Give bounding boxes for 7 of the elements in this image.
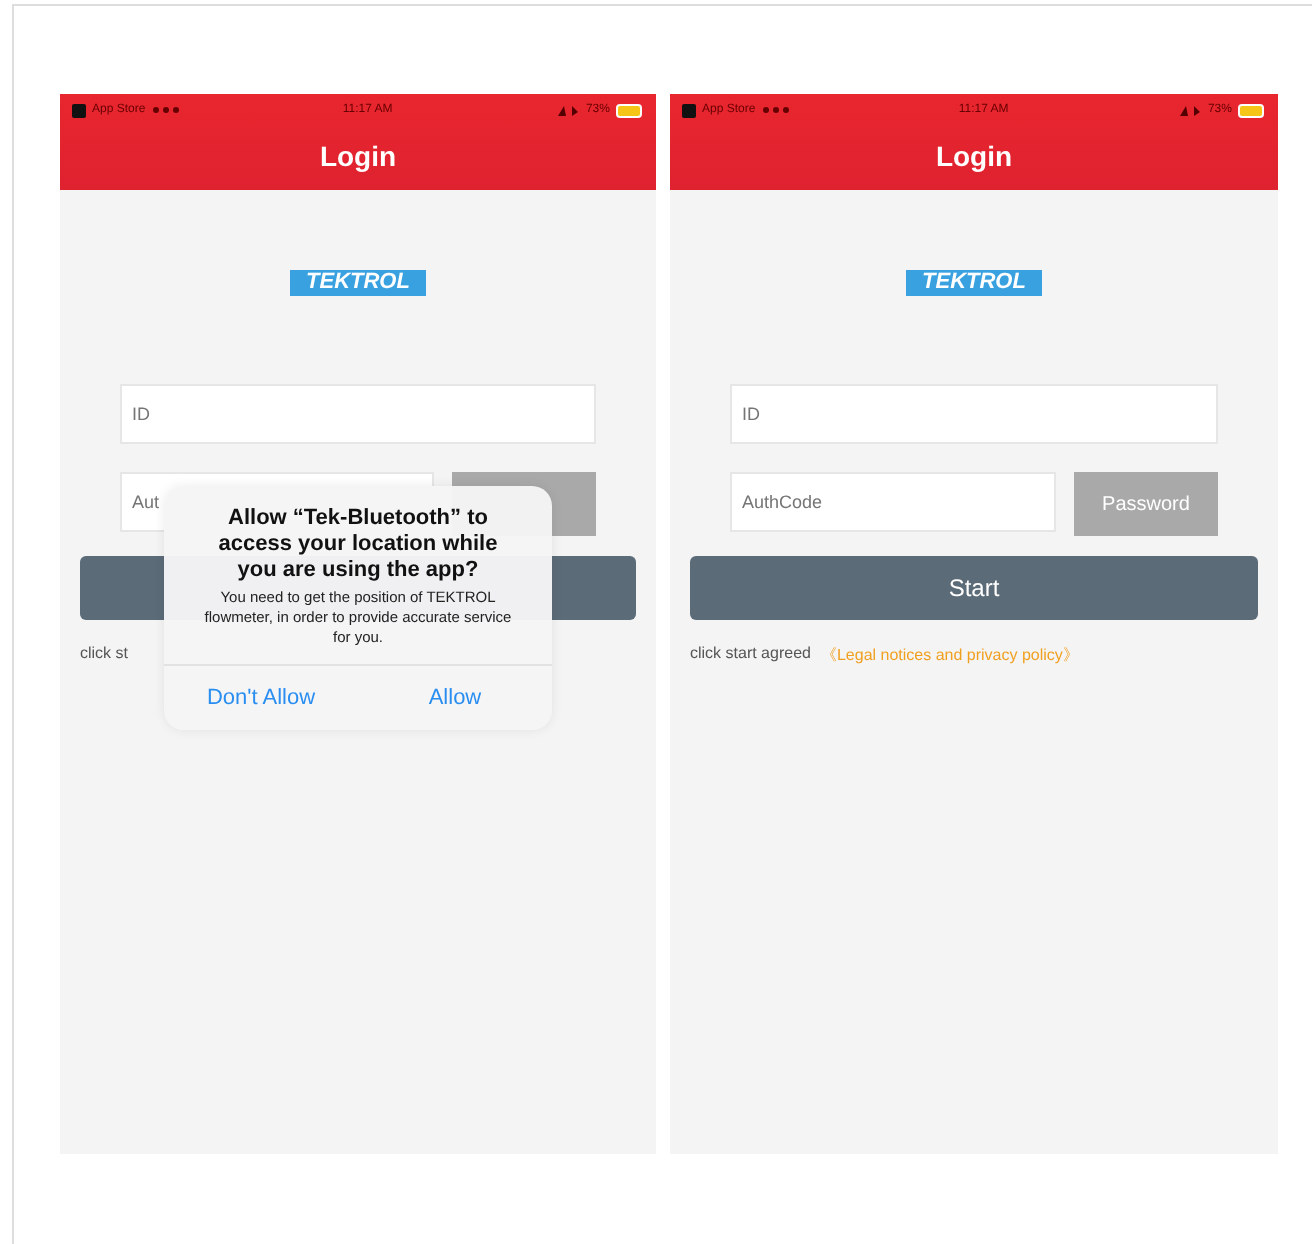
screen-title: Login <box>933 138 1015 176</box>
agreement-text: click start agreed <box>690 644 811 666</box>
dialog-title: Allow “Tek-Bluetooth” to access your location while you are using the app? <box>216 504 500 586</box>
brand-logo: TEKTROL <box>906 270 1042 296</box>
screen-title: Login <box>317 138 399 176</box>
brand-logo: TEKTROL <box>290 270 426 296</box>
agreement-text: click st <box>80 644 128 662</box>
